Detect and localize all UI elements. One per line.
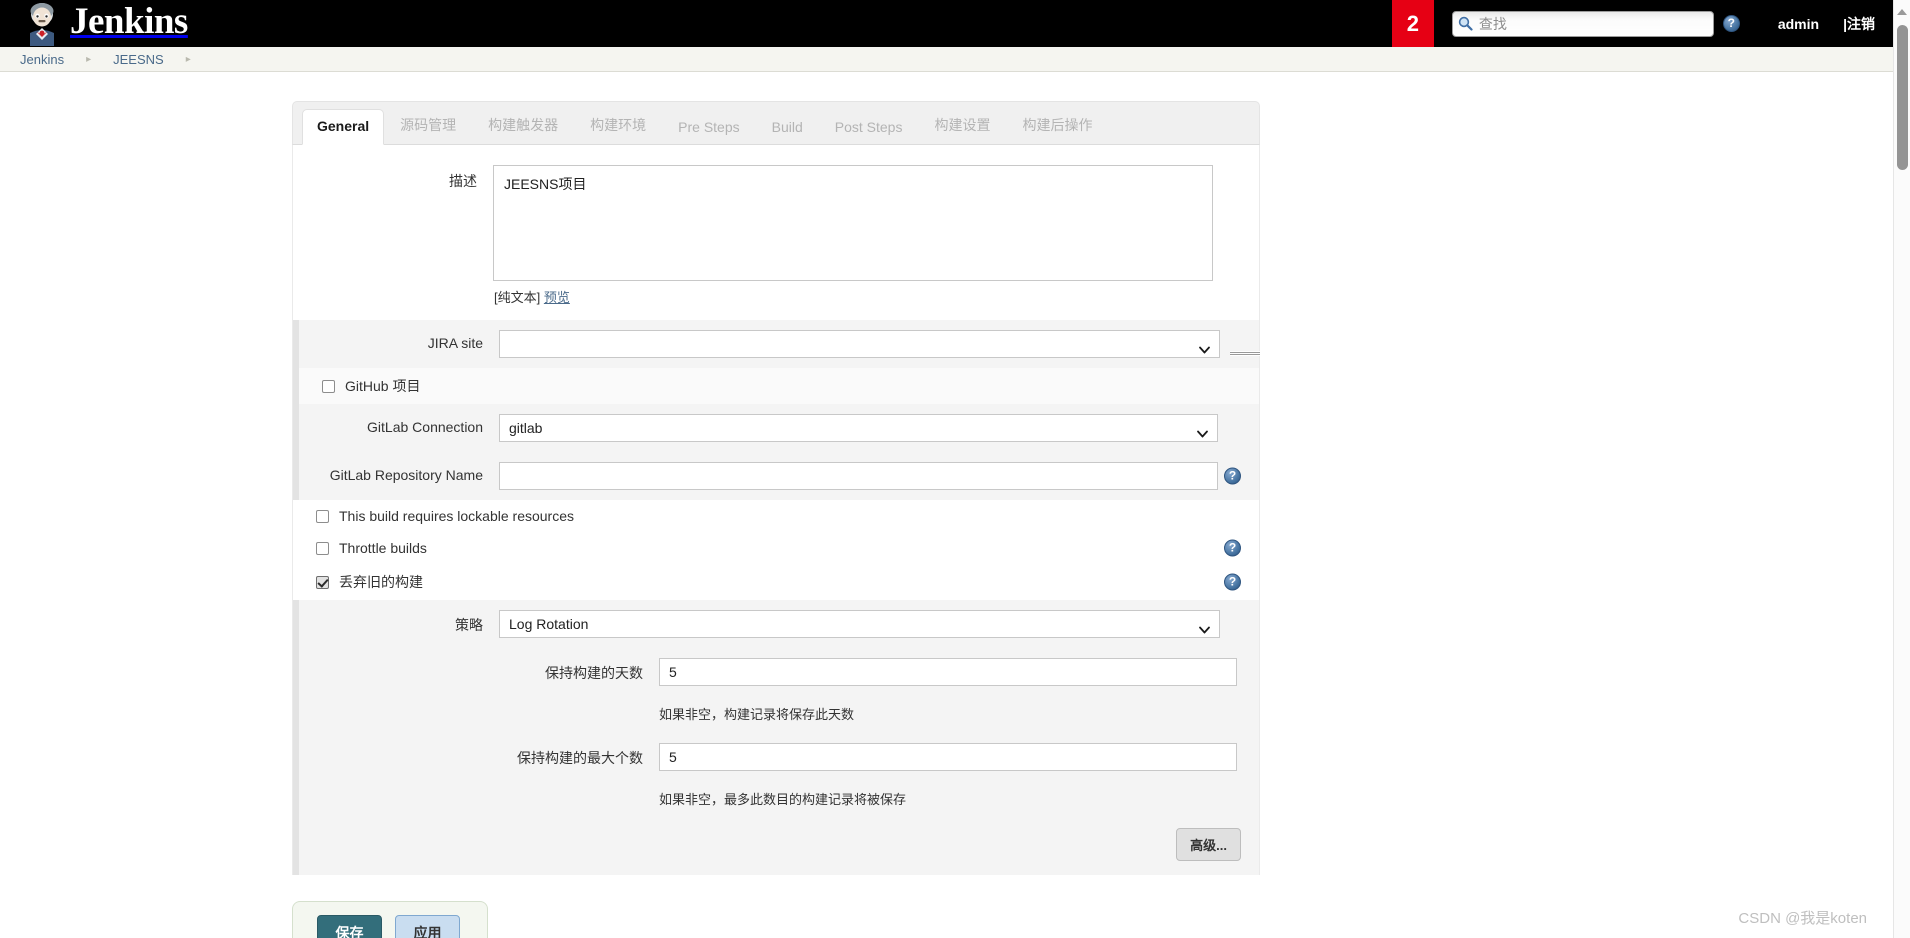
max-builds-hint-row: 如果非空，最多此数目的构建记录将被保存 [299,781,1259,818]
tab-build[interactable]: Build [756,111,819,145]
chevron-right-icon: ▸ [86,53,92,65]
discard-old-builds-checkbox-row[interactable]: 丢弃旧的构建 [293,564,1259,600]
header-right-controls: 2 查找 ? admin |注销 [1391,0,1893,47]
advanced-button[interactable]: 高级... [1176,828,1241,861]
max-builds-label: 保持构建的最大个数 [517,750,643,766]
search-container[interactable]: 查找 [1451,10,1714,37]
apply-button[interactable]: 应用 [395,915,460,938]
textarea-resize-grip[interactable] [1230,351,1260,356]
config-form: 描述 JEESNS项目 [纯文本] 预览 JIRA site GitHub 项目… [292,145,1260,875]
github-project-checkbox[interactable] [322,379,335,393]
form-action-bar: 保存 应用 [292,901,488,938]
help-icon[interactable]: ? [1722,15,1740,32]
description-label: 描述 [449,173,477,189]
description-markup-type: [纯文本] [494,290,541,305]
days-to-keep-hint-row: 如果非空，构建记录将保存此天数 [299,696,1259,733]
gitlab-connection-value: gitlab [509,420,543,436]
top-header-bar: Jenkins 2 查找 ? admin |注销 [0,0,1893,47]
gitlab-repository-name-label: GitLab Repository Name [329,467,483,483]
days-to-keep-hint: 如果非空，构建记录将保存此天数 [659,707,855,722]
description-format-links: [纯文本] 预览 [293,281,1259,320]
tab-post-build-actions[interactable]: 构建后操作 [1006,107,1108,145]
description-textarea[interactable]: JEESNS项目 [493,165,1213,281]
max-builds-row: 保持构建的最大个数 5 [299,733,1259,781]
gitlab-connection-row: GitLab Connection gitlab [299,404,1259,452]
strategy-value: Log Rotation [509,616,589,632]
gitlab-repository-name-row: GitLab Repository Name ? [299,452,1259,500]
logout-link[interactable]: |注销 [1843,14,1875,34]
throttle-builds-row: Throttle builds ? [293,532,1259,564]
discard-old-builds-row: 丢弃旧的构建 ? [293,564,1259,600]
lockable-resources-checkbox-row[interactable]: This build requires lockable resources [293,500,1259,532]
strategy-row: 策略 Log Rotation [299,600,1259,648]
breadcrumb-item-jeesns[interactable]: JEESNS [113,52,164,67]
tab-post-steps[interactable]: Post Steps [819,111,919,145]
save-button[interactable]: 保存 [317,915,382,938]
github-project-checkbox-row[interactable]: GitHub 项目 [299,368,1259,404]
chevron-down-icon [1197,425,1208,438]
jira-site-select[interactable] [499,330,1220,358]
tab-scm[interactable]: 源码管理 [384,107,472,145]
jira-site-label: JIRA site [427,335,483,351]
github-project-label: GitHub 项目 [345,378,421,394]
help-icon[interactable]: ? [1224,573,1241,591]
search-icon [1458,16,1473,31]
scroll-up-arrow-icon[interactable] [1897,9,1907,15]
discard-old-builds-label: 丢弃旧的构建 [339,574,423,590]
watermark: CSDN @我是koten [1738,910,1867,927]
page-content: General 源码管理 构建触发器 构建环境 Pre Steps Build … [0,72,1893,938]
brand-title: Jenkins [70,1,188,42]
breadcrumb: Jenkins ▸ JEESNS ▸ [0,47,1893,72]
scm-integration-group: JIRA site GitHub 项目 GitLab Connection gi… [293,320,1259,500]
description-row: 描述 JEESNS项目 [293,145,1259,281]
gitlab-repository-name-input[interactable] [499,462,1218,490]
tab-general[interactable]: General [302,109,385,145]
lockable-resources-label: This build requires lockable resources [339,508,574,524]
config-tab-bar: General 源码管理 构建触发器 构建环境 Pre Steps Build … [292,101,1260,145]
user-account-link[interactable]: admin [1778,16,1819,32]
days-to-keep-input[interactable]: 5 [659,658,1237,686]
job-config-panel: General 源码管理 构建触发器 构建环境 Pre Steps Build … [292,101,1260,875]
lockable-resources-row: This build requires lockable resources [293,500,1259,532]
jenkins-home-link[interactable]: Jenkins [0,0,188,47]
lockable-resources-checkbox[interactable] [316,509,329,523]
chevron-down-icon [1199,621,1210,634]
build-queue-badge[interactable]: 2 [1391,0,1434,47]
advanced-row: 高级... [299,818,1259,875]
throttle-builds-checkbox-row[interactable]: Throttle builds [293,532,1259,564]
help-icon[interactable]: ? [1224,467,1241,485]
github-project-row: GitHub 项目 [299,368,1259,404]
max-builds-hint: 如果非空，最多此数目的构建记录将被保存 [659,792,907,807]
discard-old-builds-checkbox[interactable] [316,575,329,589]
gitlab-connection-label: GitLab Connection [367,419,483,435]
description-preview-link[interactable]: 预览 [544,290,570,305]
breadcrumb-item-jenkins[interactable]: Jenkins [20,52,64,67]
tab-pre-steps[interactable]: Pre Steps [662,111,755,145]
vertical-scrollbar[interactable] [1893,0,1910,938]
logout-label: 注销 [1847,15,1875,32]
days-to-keep-row: 保持构建的天数 5 [299,648,1259,696]
discard-strategy-group: 策略 Log Rotation 保持构建的天数 5 如果非空，构建记录将保存此天… [293,600,1259,875]
chevron-down-icon [1199,341,1210,354]
scrollbar-thumb[interactable] [1897,25,1908,170]
throttle-builds-checkbox[interactable] [316,541,329,555]
tab-build-environment[interactable]: 构建环境 [574,107,662,145]
jira-site-row: JIRA site [299,320,1259,368]
tab-build-triggers[interactable]: 构建触发器 [472,107,574,145]
throttle-builds-label: Throttle builds [339,540,427,556]
jenkins-butler-icon [22,2,62,46]
max-builds-input[interactable]: 5 [659,743,1237,771]
strategy-select[interactable]: Log Rotation [499,610,1220,638]
chevron-right-icon: ▸ [185,53,191,65]
search-input[interactable]: 查找 [1451,10,1714,37]
help-icon[interactable]: ? [1224,539,1241,557]
gitlab-connection-select[interactable]: gitlab [499,414,1218,442]
strategy-label: 策略 [455,617,483,633]
tab-build-settings[interactable]: 构建设置 [918,107,1006,145]
days-to-keep-label: 保持构建的天数 [545,665,643,681]
